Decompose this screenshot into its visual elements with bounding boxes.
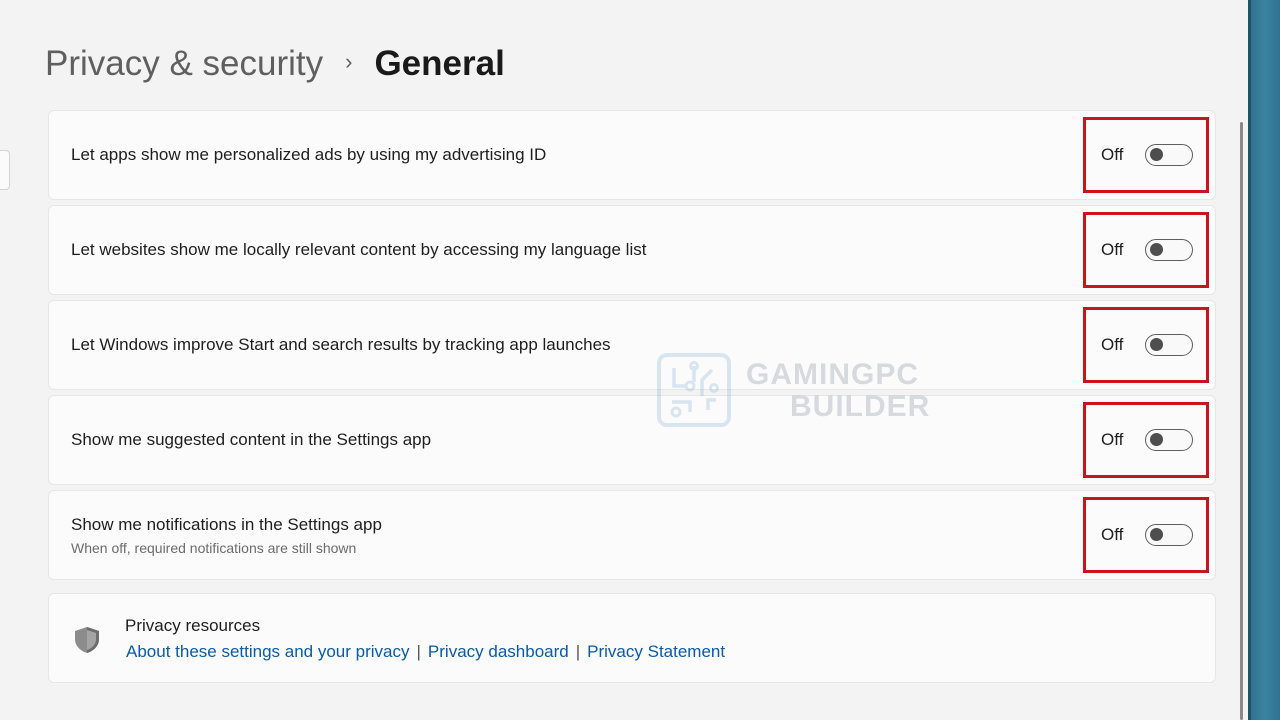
setting-description: When off, required notifications are sti…	[71, 539, 357, 556]
highlight-box	[1083, 402, 1209, 478]
setting-card-suggested-content: Show me suggested content in the Setting…	[48, 395, 1216, 485]
setting-label: Let apps show me personalized ads by usi…	[71, 145, 547, 164]
link-separator: |	[575, 642, 581, 661]
setting-card-language-list: Let websites show me locally relevant co…	[48, 205, 1216, 295]
watermark-text-line2: BUILDER	[790, 390, 931, 423]
breadcrumb-parent-link[interactable]: Privacy & security	[45, 44, 323, 84]
page-title: General	[374, 44, 505, 83]
privacy-resources-title: Privacy resources	[125, 616, 261, 635]
setting-label: Let Windows improve Start and search res…	[71, 335, 611, 354]
nav-pane-edge	[0, 150, 10, 190]
vertical-scrollbar[interactable]	[1240, 122, 1243, 720]
breadcrumb: Privacy & security › General	[45, 40, 505, 88]
setting-label: Let websites show me locally relevant co…	[71, 240, 647, 259]
privacy-links: About these settings and your privacy | …	[126, 642, 725, 662]
link-separator: |	[416, 642, 421, 661]
setting-label: Show me notifications in the Settings ap…	[71, 514, 382, 534]
highlight-box	[1083, 497, 1209, 573]
highlight-box	[1083, 212, 1209, 288]
highlight-box	[1083, 117, 1209, 193]
shield-icon	[75, 627, 99, 653]
about-settings-privacy-link[interactable]: About these settings and your privacy	[126, 642, 410, 662]
watermark: GAMINGPC BUILDER	[656, 352, 936, 432]
setting-card-app-launch-tracking: Let Windows improve Start and search res…	[48, 300, 1216, 390]
setting-card-notifications: Show me notifications in the Settings ap…	[48, 490, 1216, 580]
privacy-statement-link[interactable]: Privacy Statement	[587, 642, 725, 662]
setting-card-advertising-id: Let apps show me personalized ads by usi…	[48, 110, 1216, 200]
watermark-text-line1: GAMINGPC	[746, 358, 919, 391]
desktop-background-strip	[1248, 0, 1280, 720]
privacy-resources-card: Privacy resources About these settings a…	[48, 593, 1216, 683]
highlight-box	[1083, 307, 1209, 383]
circuit-logo-icon	[657, 353, 731, 427]
setting-label: Show me suggested content in the Setting…	[71, 430, 432, 449]
chevron-right-icon: ›	[345, 49, 353, 74]
privacy-dashboard-link[interactable]: Privacy dashboard	[428, 642, 569, 662]
